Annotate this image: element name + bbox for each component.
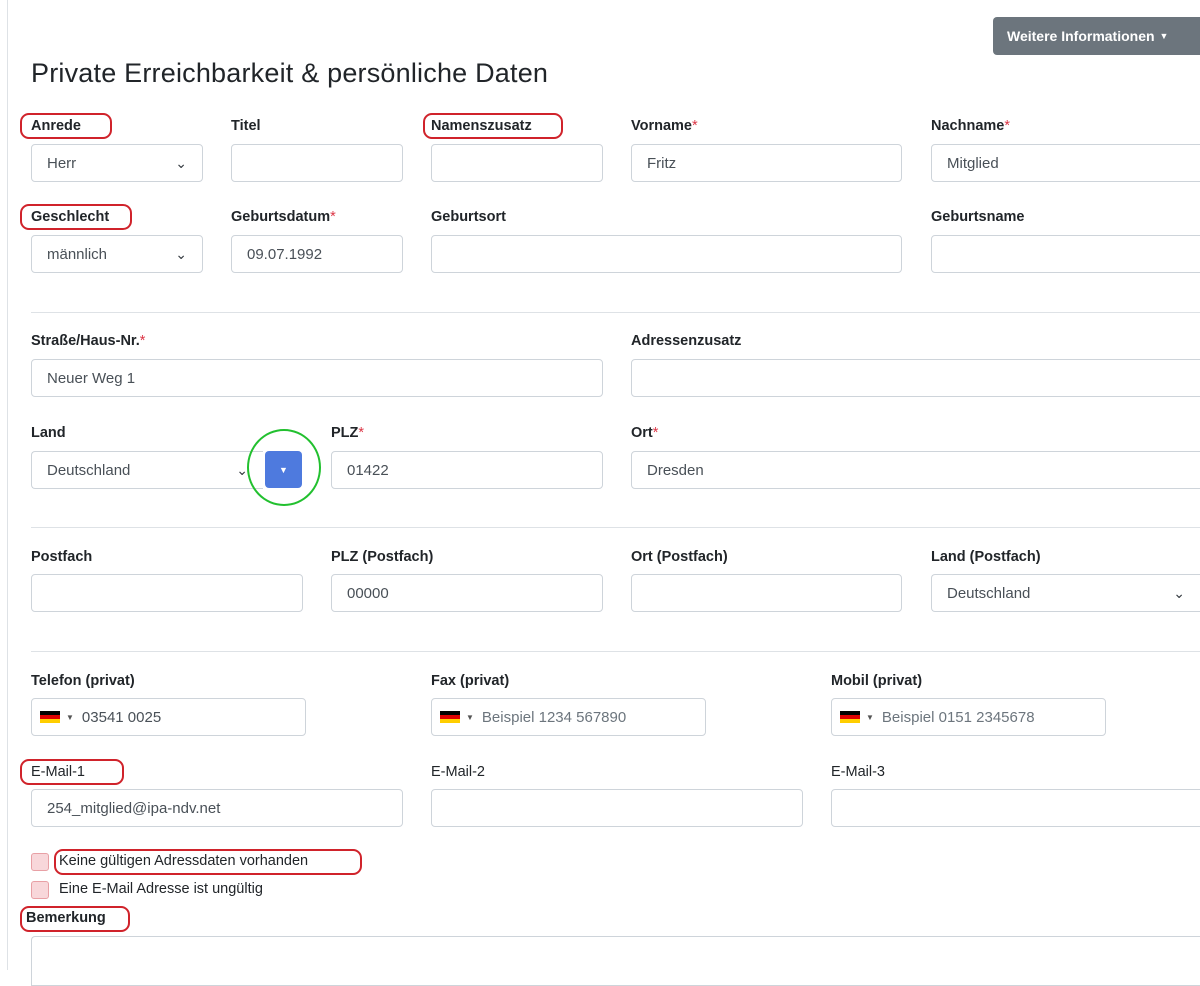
postfach-label: Postfach — [31, 549, 93, 565]
plz-postfach-input[interactable]: 00000 — [331, 574, 603, 612]
postfach-input[interactable] — [31, 574, 303, 612]
ort-postfach-input[interactable] — [631, 574, 902, 612]
email1-input[interactable]: 254_mitglied@ipa-ndv.net — [31, 789, 403, 827]
required-marker: * — [691, 118, 698, 134]
required-marker: * — [330, 209, 336, 225]
land-dropdown-button[interactable]: ▼ — [265, 451, 302, 488]
plz-input[interactable]: 01422 — [331, 451, 603, 489]
adressenzusatz-input[interactable] — [631, 359, 1200, 397]
nachname-label: Nachname* — [931, 118, 1010, 134]
land-postfach-value: Deutschland — [947, 584, 1031, 602]
keine-adresse-label: Keine gültigen Adressdaten vorhanden — [59, 853, 309, 869]
chevron-down-icon: ⌄ — [175, 245, 187, 262]
land-postfach-label: Land (Postfach) — [931, 549, 1041, 565]
mobil-input[interactable]: ▼ Beispiel 0151 2345678 — [831, 698, 1106, 736]
vorname-label: Vorname* — [631, 118, 698, 134]
geburtsort-input[interactable] — [431, 235, 902, 273]
required-marker: * — [1004, 118, 1010, 134]
land-select[interactable]: Deutschland ⌄ — [31, 451, 263, 489]
caret-down-icon: ▼ — [866, 712, 874, 722]
geburtsort-label: Geburtsort — [431, 209, 506, 225]
vorname-input[interactable]: Fritz — [631, 144, 902, 182]
required-marker: * — [358, 425, 365, 441]
email-ungueltig-checkbox[interactable] — [31, 881, 49, 899]
vorname-label-text: Vorname — [631, 118, 692, 134]
caret-down-icon: ▼ — [66, 712, 74, 722]
mobil-placeholder: Beispiel 0151 2345678 — [881, 708, 1035, 726]
germany-flag-icon[interactable] — [40, 711, 60, 723]
mobil-label: Mobil (privat) — [831, 673, 923, 689]
chevron-down-icon: ⌄ — [1173, 584, 1185, 601]
plz-postfach-label: PLZ (Postfach) — [331, 549, 434, 565]
keine-adresse-checkbox[interactable] — [31, 853, 49, 871]
germany-flag-icon[interactable] — [440, 711, 460, 723]
geschlecht-label: Geschlecht — [31, 209, 110, 225]
ort-postfach-label: Ort (Postfach) — [631, 549, 728, 565]
weitere-informationen-label: Weitere Informationen — [1007, 28, 1155, 44]
fax-label: Fax (privat) — [431, 673, 510, 689]
email-ungueltig-label: Eine E-Mail Adresse ist ungültig — [59, 881, 263, 897]
page-title: Private Erreichbarkeit & persönliche Dat… — [31, 58, 549, 88]
geburtsdatum-input[interactable]: 09.07.1992 — [231, 235, 403, 273]
email3-input[interactable] — [831, 789, 1200, 827]
geburtsname-label: Geburtsname — [931, 209, 1025, 225]
geschlecht-value: männlich — [47, 245, 108, 263]
titel-input[interactable] — [231, 144, 403, 182]
nachname-label-text: Nachname — [931, 118, 1005, 134]
bemerkung-textarea[interactable] — [31, 936, 1200, 986]
left-border — [7, 0, 8, 970]
fax-input[interactable]: ▼ Beispiel 1234 567890 — [431, 698, 706, 736]
ort-label-text: Ort — [631, 425, 653, 441]
plz-label-text: PLZ — [331, 425, 359, 441]
chevron-down-icon: ⌄ — [236, 461, 248, 478]
email2-label: E-Mail-2 — [431, 764, 485, 780]
section-divider — [31, 527, 1200, 528]
namenszusatz-label: Namenszusatz — [431, 118, 532, 134]
anrede-select[interactable]: Herr ⌄ — [31, 144, 203, 182]
anrede-label: Anrede — [31, 118, 81, 134]
strasse-label: Straße/Haus-Nr.* — [31, 333, 145, 349]
plz-label: PLZ* — [331, 425, 364, 441]
ort-input[interactable]: Dresden — [631, 451, 1200, 489]
chevron-down-icon: ⌄ — [175, 154, 187, 171]
adressenzusatz-label: Adressenzusatz — [631, 333, 742, 349]
land-postfach-select[interactable]: Deutschland ⌄ — [931, 574, 1200, 612]
caret-down-icon: ▼ — [279, 464, 288, 475]
strasse-input[interactable]: Neuer Weg 1 — [31, 359, 603, 397]
caret-down-icon: ▼ — [466, 712, 474, 722]
section-divider — [31, 312, 1200, 313]
geschlecht-select[interactable]: männlich ⌄ — [31, 235, 203, 273]
bemerkung-label: Bemerkung — [26, 910, 106, 926]
nachname-input[interactable]: Mitglied — [931, 144, 1200, 182]
land-label: Land — [31, 425, 66, 441]
email2-input[interactable] — [431, 789, 803, 827]
geburtsdatum-label-text: Geburtsdatum — [231, 209, 331, 225]
telefon-value: 03541 0025 — [81, 708, 162, 726]
telefon-input[interactable]: ▼ 03541 0025 — [31, 698, 306, 736]
section-divider — [31, 651, 1200, 652]
land-value: Deutschland — [47, 461, 131, 479]
telefon-label: Telefon (privat) — [31, 673, 135, 689]
namenszusatz-input[interactable] — [431, 144, 603, 182]
geburtsdatum-label: Geburtsdatum* — [231, 209, 336, 225]
anrede-value: Herr — [47, 154, 77, 172]
caret-down-icon: ▼ — [1159, 31, 1169, 41]
required-marker: * — [652, 425, 659, 441]
fax-placeholder: Beispiel 1234 567890 — [481, 708, 627, 726]
strasse-label-text: Straße/Haus-Nr. — [31, 333, 140, 349]
weitere-informationen-button[interactable]: Weitere Informationen ▼ — [993, 17, 1200, 55]
required-marker: * — [139, 333, 146, 349]
email1-label: E-Mail-1 — [31, 764, 85, 780]
ort-label: Ort* — [631, 425, 658, 441]
email3-label: E-Mail-3 — [831, 764, 885, 780]
geburtsname-input[interactable] — [931, 235, 1200, 273]
titel-label: Titel — [231, 118, 261, 134]
germany-flag-icon[interactable] — [840, 711, 860, 723]
